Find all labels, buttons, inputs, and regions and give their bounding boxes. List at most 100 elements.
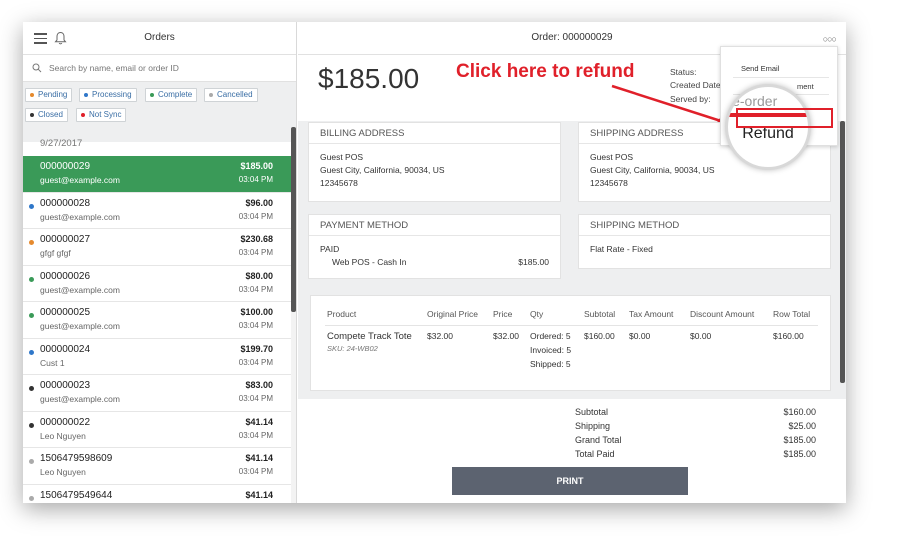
grand-total-label: Grand Total <box>575 435 622 445</box>
detail-scrollbar[interactable] <box>840 121 845 383</box>
order-customer: guest@example.com <box>40 321 120 331</box>
item-tax: $0.00 <box>629 331 651 341</box>
order-customer: guest@example.com <box>40 394 120 404</box>
item-original-price: $32.00 <box>427 331 453 341</box>
status-dot-icon <box>29 495 34 501</box>
billing-city: Guest City, California, 90034, US <box>320 165 445 175</box>
menu-divider <box>733 77 829 78</box>
list-item[interactable]: 000000022 Leo Nguyen $41.14 03:04 PM <box>23 411 291 448</box>
orders-header: Orders <box>23 22 296 55</box>
order-time: 03:04 PM <box>238 467 273 476</box>
filter-label: Pending <box>38 90 68 99</box>
order-id: 000000025 <box>40 307 91 318</box>
item-sku: SKU: 24-WB02 <box>327 344 378 353</box>
order-id: 1506479598609 <box>40 453 113 464</box>
payment-amount: $185.00 <box>518 257 549 267</box>
more-options-icon[interactable]: ○○○ <box>823 34 837 44</box>
print-button[interactable]: PRINT <box>452 467 688 495</box>
order-time: 03:04 PM <box>238 211 273 221</box>
filter-complete[interactable]: Complete <box>145 88 198 102</box>
total-paid-label: Total Paid <box>575 449 615 459</box>
column-header-product: Product <box>327 309 357 319</box>
column-header-original-price: Original Price <box>427 309 479 319</box>
order-amount: $96.00 <box>245 197 273 208</box>
status-dot-icon <box>29 459 34 464</box>
list-item[interactable]: 000000026 guest@example.com $80.00 03:04… <box>23 265 291 302</box>
status-dot-icon <box>29 349 34 355</box>
order-id: 000000023 <box>40 380 91 391</box>
list-item[interactable]: 000000029 guest@example.com $185.00 03:0… <box>23 156 291 193</box>
order-amount: $83.00 <box>245 380 273 390</box>
column-header-subtotal: Subtotal <box>584 309 616 319</box>
payment-method-body: PAID Web POS - Cash In $185.00 <box>309 236 560 276</box>
billing-phone: 12345678 <box>320 178 358 188</box>
filter-pending[interactable]: Pending <box>25 88 73 102</box>
status-label: Status: <box>670 67 697 77</box>
order-customer: guest@example.com <box>40 211 120 222</box>
list-item[interactable]: 1506479549644 $41.14 <box>23 484 291 503</box>
status-dot-icon <box>29 386 34 391</box>
order-title: Order: 000000029 <box>531 32 613 43</box>
order-time: 03:04 PM <box>238 357 273 367</box>
order-time: 03:04 PM <box>238 175 273 184</box>
table-divider <box>325 325 818 326</box>
date-group-header: 9/27/2017 <box>23 136 291 158</box>
list-item[interactable]: 000000023 guest@example.com $83.00 03:04… <box>23 375 291 412</box>
status-dot-icon <box>29 422 34 428</box>
processing-dot-icon <box>84 93 88 97</box>
search-bar <box>23 55 296 82</box>
list-item[interactable]: 1506479598609 Leo Nguyen $41.14 03:04 PM <box>23 448 291 485</box>
orders-title: Orders <box>144 32 175 43</box>
filter-cancelled[interactable]: Cancelled <box>204 88 258 102</box>
filter-not-sync[interactable]: Not Sync <box>76 108 127 122</box>
billing-address-card: BILLING ADDRESS Guest POS Guest City, Ca… <box>308 122 561 202</box>
order-id: 000000028 <box>40 197 91 209</box>
column-header-price: Price <box>493 309 513 319</box>
closed-dot-icon <box>30 113 34 117</box>
send-email-menu-item[interactable]: Send Email <box>741 64 779 73</box>
orders-scrollbar[interactable] <box>291 127 296 503</box>
filter-label: Processing <box>92 90 132 99</box>
order-time: 03:04 PM <box>238 284 273 294</box>
order-customer: Leo Nguyen <box>40 467 86 477</box>
order-amount: $100.00 <box>240 307 273 317</box>
order-customer: Cust 1 <box>40 357 65 368</box>
filter-closed[interactable]: Closed <box>25 108 68 122</box>
subtotal-label: Subtotal <box>575 407 609 417</box>
billing-address-body: Guest POS Guest City, California, 90034,… <box>309 144 560 197</box>
order-id: 000000024 <box>40 343 91 355</box>
billing-address-title: BILLING ADDRESS <box>309 123 560 144</box>
payment-method-title: PAYMENT METHOD <box>309 215 560 236</box>
refund-callout: Click here to refund <box>456 61 635 82</box>
list-item[interactable]: 000000024 Cust 1 $199.70 03:04 PM <box>23 338 291 375</box>
order-time: 03:04 PM <box>238 248 273 257</box>
total-paid-value: $185.00 <box>783 449 816 459</box>
refund-highlight-box <box>736 108 833 128</box>
order-totals: Subtotal $160.00 Shipping $25.00 Grand T… <box>298 399 846 503</box>
grand-total-value: $185.00 <box>783 435 816 445</box>
item-row-total: $160.00 <box>773 331 804 341</box>
shipping-method-title: SHIPPING METHOD <box>579 215 830 236</box>
item-qty-ordered: Ordered: 5 <box>530 331 571 341</box>
filter-label: Cancelled <box>217 90 253 99</box>
list-item[interactable]: 000000028 guest@example.com $96.00 03:04… <box>23 192 291 229</box>
order-time: 03:04 PM <box>238 394 273 403</box>
status-dot-icon <box>29 276 34 282</box>
item-discount: $0.00 <box>690 331 712 341</box>
orders-panel: Orders Pending Processing Complete Cance… <box>23 22 297 503</box>
search-input[interactable] <box>49 60 289 76</box>
filter-processing[interactable]: Processing <box>79 88 137 102</box>
app-window: Orders Pending Processing Complete Cance… <box>23 22 846 503</box>
payment-method-card: PAYMENT METHOD PAID Web POS - Cash In $1… <box>308 214 561 279</box>
order-grand-total: $185.00 <box>318 63 420 94</box>
item-qty-invoiced: Invoiced: 5 <box>530 345 572 355</box>
billing-name: Guest POS <box>320 152 363 162</box>
order-id: 000000027 <box>40 234 91 245</box>
order-amount: $199.70 <box>240 343 273 354</box>
order-items-table: Product Original Price Price Qty Subtota… <box>310 295 831 391</box>
list-item[interactable]: 000000027 gfgf gfgf $230.68 03:04 PM <box>23 229 291 266</box>
order-id: 1506479549644 <box>40 489 113 501</box>
reorder-menu-item[interactable]: Re-order <box>728 93 777 109</box>
list-item[interactable]: 000000025 guest@example.com $100.00 03:0… <box>23 302 291 339</box>
menu-item-partial[interactable]: ment <box>797 82 814 91</box>
